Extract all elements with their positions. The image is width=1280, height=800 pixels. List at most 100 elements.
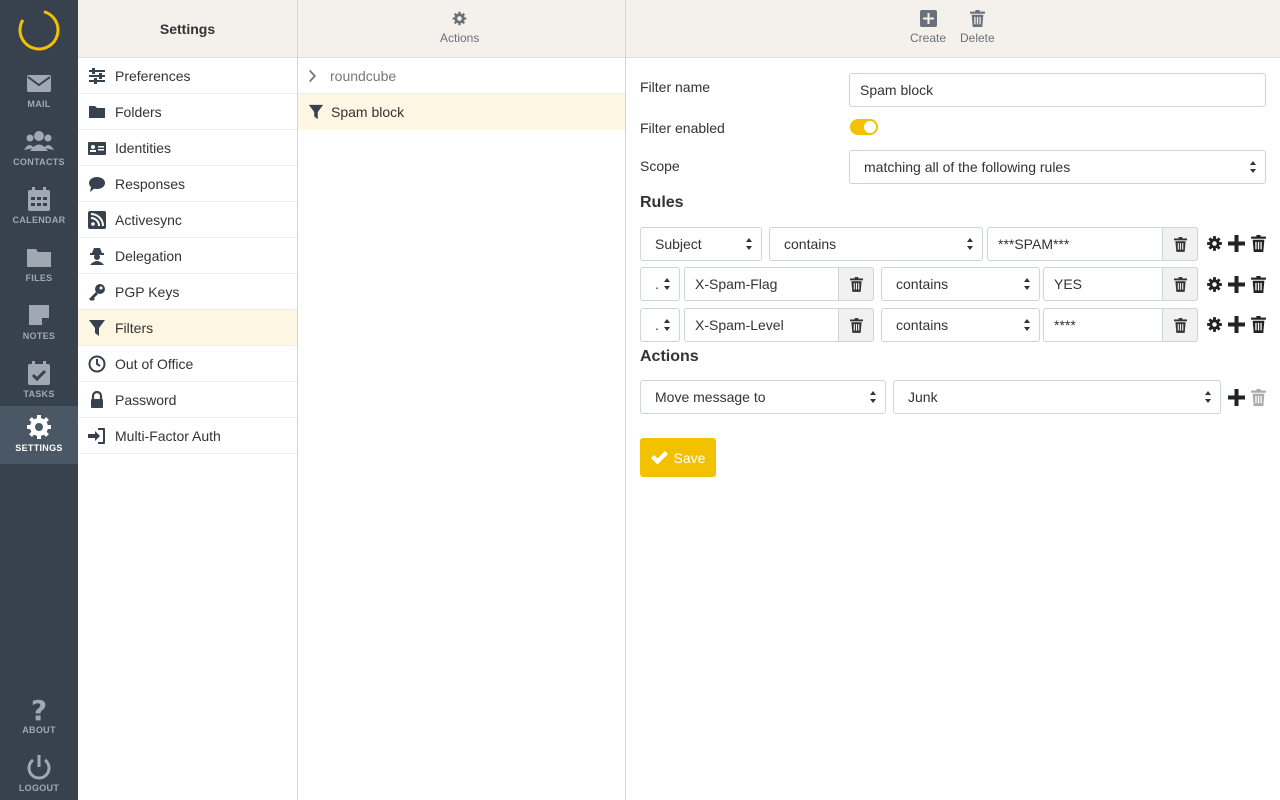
trash-icon	[1173, 317, 1187, 333]
action-type-select[interactable]: Move message to	[640, 380, 886, 414]
rule-value-input[interactable]: ***SPAM***	[987, 227, 1198, 261]
select-caret-icon	[1250, 161, 1257, 174]
rule-value-input[interactable]: YES	[1043, 267, 1198, 301]
rule-header-delete-button[interactable]	[838, 308, 874, 342]
gear-icon[interactable]	[1206, 235, 1223, 252]
rule-value-delete-button[interactable]	[1162, 308, 1198, 342]
delete-button-label: Delete	[960, 31, 995, 45]
rule-header-select[interactable]: Subject	[640, 227, 762, 261]
rule-operator-select[interactable]: contains	[881, 267, 1040, 301]
rule-operator-select[interactable]: contains	[881, 308, 1040, 342]
rule-value-delete-button[interactable]	[1162, 267, 1198, 301]
gear-icon	[27, 415, 51, 439]
filter-editor: Create Delete Filter name Spam block Fil…	[626, 0, 1280, 800]
settings-item-folders[interactable]: Folders	[78, 94, 297, 130]
settings-item-filters[interactable]: Filters	[78, 310, 297, 346]
select-caret-icon	[967, 238, 974, 251]
nav-calendar[interactable]: CALENDAR	[0, 178, 78, 236]
plus-icon[interactable]	[1228, 276, 1245, 293]
action-target-select[interactable]: Junk	[893, 380, 1221, 414]
rule-operator-value: contains	[784, 236, 837, 252]
nav-notes[interactable]: NOTES	[0, 294, 78, 352]
filters-list-header: Actions	[298, 0, 625, 58]
filter-set-row[interactable]: roundcube	[298, 58, 625, 94]
nav-logout[interactable]: LOGOUT	[0, 746, 78, 800]
rule-operator-select[interactable]: contains	[769, 227, 983, 261]
nav-mail[interactable]: MAIL	[0, 62, 78, 120]
settings-item-label: Preferences	[115, 67, 191, 84]
key-icon	[89, 283, 105, 301]
calendar-check-icon	[28, 361, 50, 385]
filter-enabled-toggle[interactable]	[850, 119, 878, 135]
rule-header-type-select[interactable]: .	[640, 308, 680, 342]
trash-icon	[1251, 389, 1266, 406]
settings-item-responses[interactable]: Responses	[78, 166, 297, 202]
nav-tasks[interactable]: TASKS	[0, 352, 78, 410]
user-secret-icon	[90, 247, 104, 265]
filter-icon	[308, 104, 324, 120]
filter-set-name: roundcube	[330, 67, 397, 84]
scope-select[interactable]: matching all of the following rules	[849, 150, 1266, 184]
filter-name-input[interactable]: Spam block	[849, 73, 1266, 107]
settings-item-label: Activesync	[115, 211, 182, 228]
filter-name-value: Spam block	[860, 82, 934, 98]
power-icon	[27, 755, 51, 780]
rule-header-delete-button[interactable]	[838, 267, 874, 301]
rule-value-input[interactable]: ****	[1043, 308, 1198, 342]
settings-item-activesync[interactable]: Activesync	[78, 202, 297, 238]
rule-custom-header-value: X-Spam-Flag	[695, 276, 778, 292]
nav-settings[interactable]: SETTINGS	[0, 406, 78, 464]
filter-icon	[89, 319, 105, 336]
settings-item-label: Filters	[115, 319, 154, 336]
rule-custom-header-input[interactable]: X-Spam-Flag	[684, 267, 874, 301]
plus-icon[interactable]	[1228, 316, 1245, 333]
nav-tasks-label: TASKS	[23, 389, 55, 399]
nav-files[interactable]: FILES	[0, 236, 78, 294]
settings-item-pgp-keys[interactable]: PGP Keys	[78, 274, 297, 310]
rule-value-delete-button[interactable]	[1162, 227, 1198, 261]
check-icon	[650, 450, 668, 464]
users-icon	[24, 131, 54, 151]
settings-item-out-of-office[interactable]: Out of Office	[78, 346, 297, 382]
nav-about[interactable]: ? ABOUT	[0, 688, 78, 746]
settings-item-label: Multi-Factor Auth	[115, 427, 221, 444]
trash-icon[interactable]	[1250, 316, 1267, 333]
rule-operator-value: contains	[896, 276, 949, 292]
main-navigation: MAIL CONTACTS CALENDAR FILES NOTES TASKS…	[0, 0, 78, 800]
settings-item-label: Identities	[115, 139, 172, 156]
rule-actions	[1206, 316, 1272, 333]
trash-icon	[849, 276, 863, 292]
rule-custom-header-input[interactable]: X-Spam-Level	[684, 308, 874, 342]
scope-label: Scope	[640, 158, 680, 174]
create-button[interactable]: Create	[910, 10, 946, 45]
gear-icon[interactable]	[1206, 316, 1223, 333]
filter-row-name: Spam block	[331, 104, 405, 120]
gear-icon[interactable]	[1206, 276, 1223, 293]
rule-header-type-select[interactable]: .	[640, 267, 680, 301]
select-caret-icon	[1205, 391, 1212, 404]
nav-files-label: FILES	[25, 273, 53, 283]
trash-icon[interactable]	[1250, 235, 1267, 252]
plus-icon[interactable]	[1228, 235, 1245, 252]
nav-logout-label: LOGOUT	[18, 783, 60, 793]
settings-item-identities[interactable]: Identities	[78, 130, 297, 166]
rule-actions	[1206, 276, 1272, 293]
nav-notes-label: NOTES	[22, 331, 56, 341]
delete-button[interactable]: Delete	[960, 10, 995, 45]
actions-button[interactable]: Actions	[440, 10, 479, 45]
filter-editor-toolbar: Create Delete	[626, 0, 1280, 58]
trash-icon	[1173, 276, 1187, 292]
filter-row-selected[interactable]: Spam block	[298, 94, 625, 130]
settings-item-multi-factor-auth[interactable]: Multi-Factor Auth	[78, 418, 297, 454]
filters-list-panel: Actions roundcube Spam block	[298, 0, 626, 800]
select-caret-icon	[664, 278, 671, 291]
plus-icon[interactable]	[1228, 389, 1245, 406]
settings-item-delegation[interactable]: Delegation	[78, 238, 297, 274]
trash-icon[interactable]	[1250, 276, 1267, 293]
settings-item-label: PGP Keys	[115, 283, 180, 300]
envelope-icon	[27, 75, 51, 92]
settings-item-preferences[interactable]: Preferences	[78, 58, 297, 94]
settings-item-password[interactable]: Password	[78, 382, 297, 418]
save-button[interactable]: Save	[640, 438, 716, 477]
nav-contacts[interactable]: CONTACTS	[0, 120, 78, 178]
